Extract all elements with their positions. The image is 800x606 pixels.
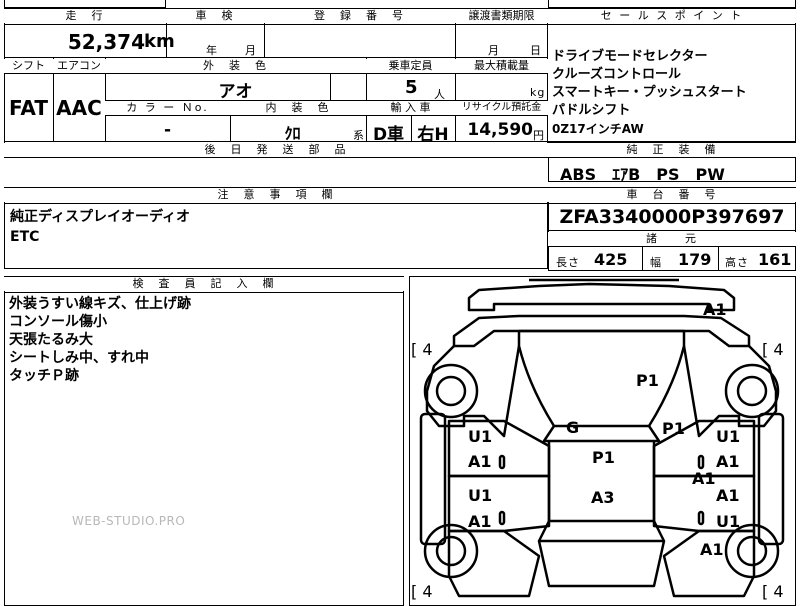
mark-p1-right: P1 (662, 419, 685, 438)
color-no-header: カ ラ ー Ｎo. (105, 101, 230, 115)
inspector-line-2: コンソール傷小 (9, 314, 107, 330)
inspector-line-4: シートしみ中、すれ中 (9, 350, 149, 366)
transfer-day-label: 日 (530, 44, 542, 57)
trunk-panel (537, 540, 666, 588)
max-load-unit: kg (530, 86, 546, 99)
notes-header: 注 意 事 項 欄 (4, 188, 548, 202)
import-value: D車 (372, 125, 405, 145)
color-no-value: - (163, 120, 172, 140)
mark-a1-rear: A1 (700, 540, 724, 559)
tire-front-right: [ 4 (762, 340, 784, 359)
mileage-unit: km (144, 31, 175, 52)
sales-point-header: セ ー ル ス ポ イ ン ト (548, 9, 796, 23)
interior-suffix: 系 (353, 129, 365, 142)
mileage-value: 52,374 (67, 30, 145, 54)
later-parts-header: 後 日 発 送 部 品 (4, 143, 548, 157)
front-left-wheel (423, 363, 479, 419)
shaken-header: 車 検 (166, 9, 264, 23)
mark-u1-left-front: U1 (468, 427, 493, 446)
front-bumper-outline (467, 282, 736, 312)
mark-a1-left-rear: A1 (468, 512, 492, 531)
tire-rear-right: [ 4 (762, 582, 784, 601)
tire-front-left: [ 4 (411, 340, 433, 359)
chassis-value: ZFA3340000P397697 (559, 206, 785, 228)
chassis-header: 車 台 番 号 (548, 188, 796, 202)
windshield (542, 425, 661, 443)
sales-point-line-2: クルーズコントロール (552, 67, 681, 82)
mark-p1-hood: P1 (636, 371, 659, 390)
right-side-skirt (757, 412, 785, 546)
mark-a3: A3 (591, 488, 615, 507)
equipment-header: 純 正 装 備 (548, 143, 796, 157)
sales-point-line-4: パドルシフト (552, 103, 631, 118)
spec-length-label: 長さ (556, 256, 580, 269)
top-strip-left (4, 0, 166, 8)
spec-height-label: 高さ (725, 256, 749, 269)
sales-point-line-5: 0Z17インチAW (552, 122, 644, 136)
tire-rear-left: [ 4 (411, 582, 433, 601)
spec-length-value: 425 (594, 250, 628, 269)
spec-width-label: 幅 (650, 256, 662, 269)
inspector-line-5: タッチＰ跡 (9, 368, 79, 384)
exterior-color-value: アオ (218, 82, 253, 102)
capacity-value: 5 (405, 77, 418, 98)
shaken-month-label: 月 (245, 44, 257, 57)
mark-a1-left-front: A1 (468, 452, 492, 471)
mark-a1-top: A1 (703, 300, 727, 319)
notes-line-2: ETC (10, 229, 40, 245)
max-load-header: 最大積載量 (455, 59, 548, 73)
rear-right-wheel (724, 523, 780, 579)
exterior-color-header: 外 装 色 (105, 59, 366, 73)
sales-point-line-1: ドライブモードセレクター (552, 49, 708, 64)
ac-value: AAC (56, 96, 102, 120)
mark-a1-right-rear: A1 (716, 486, 740, 505)
equipment-value: ABS ｴｱB PS PW (560, 165, 725, 184)
capacity-unit: 人 (434, 88, 446, 101)
sales-point-line-3: スマートキー・プッシュスタート (552, 85, 747, 100)
mark-a1-right-front: A1 (716, 452, 740, 471)
spec-height-value: 161 (758, 250, 792, 269)
import-header: 輸 入 車 (366, 101, 455, 115)
front-right-wheel (724, 363, 780, 419)
mark-p1-roof: P1 (592, 448, 615, 467)
mark-u1-right-front: U1 (716, 427, 741, 446)
watermark: WEB-STUDIO.PRO (72, 514, 186, 528)
transfer-deadline-header: 譲渡書類期限 (455, 9, 548, 23)
inspector-line-3: 天張たるみ大 (9, 332, 93, 348)
recycle-value: 14,590 (467, 120, 533, 140)
interior-color-value: ｸﾛ (284, 124, 301, 143)
inspector-line-1: 外装うすい線キズ、仕上げ跡 (9, 296, 191, 312)
mileage-header: 走 行 (4, 9, 166, 23)
mark-g: G (566, 418, 580, 437)
spec-width-value: 179 (678, 250, 712, 269)
steering-value: 右H (417, 125, 449, 145)
capacity-header: 乗車定員 (366, 59, 455, 73)
rear-window (537, 520, 666, 543)
registration-header: 登 録 番 号 (264, 9, 455, 23)
shift-header: シフト (4, 59, 53, 73)
recycle-header: リサイクル預託金 (455, 101, 548, 115)
mark-u1-right-rear: U1 (716, 512, 741, 531)
top-strip-right (548, 0, 796, 8)
interior-color-header: 内 装 色 (230, 101, 366, 115)
inspector-header: 検 査 員 記 入 欄 (4, 277, 404, 291)
shaken-year-label: 年 (206, 44, 218, 57)
left-side-skirt (419, 412, 447, 546)
mark-u1-left-rear: U1 (468, 486, 493, 505)
transfer-month-label: 月 (488, 44, 500, 57)
notes-line-1: 純正ディスプレイオーディオ (10, 209, 191, 225)
recycle-unit: 円 (533, 129, 545, 142)
left-rear-quarter (447, 529, 541, 598)
shift-value: FAT (9, 96, 48, 120)
rear-left-wheel (423, 523, 479, 579)
hood-panel (517, 329, 686, 428)
specs-header: 諸 元 (548, 232, 796, 246)
ac-header: エアコン (53, 59, 105, 73)
mark-a1-right-mid: A1 (692, 469, 716, 488)
